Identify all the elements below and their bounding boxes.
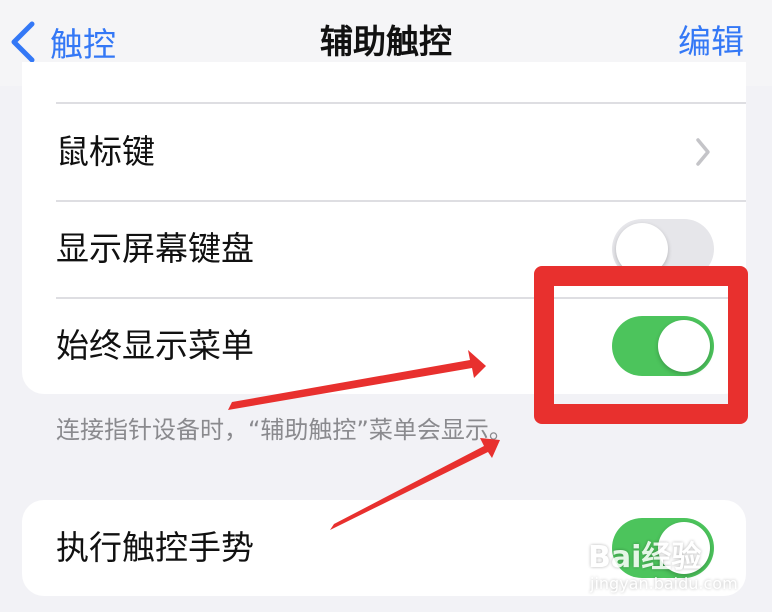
watermark-url: jingyan.baidu.com	[590, 574, 738, 593]
row-label: 鼠标键	[56, 132, 155, 171]
annotation-highlight-box	[534, 266, 748, 424]
row-label: 始终显示菜单	[56, 326, 254, 365]
chevron-right-icon	[696, 138, 710, 166]
watermark: Bai经验 jingyan.baidu.com	[588, 532, 758, 598]
row-label: 执行触控手势	[56, 528, 254, 567]
row-label: 显示屏幕键盘	[56, 229, 254, 268]
row-mouse-keys[interactable]: 鼠标键	[22, 104, 746, 200]
watermark-logo: Bai经验	[588, 540, 702, 575]
section-footnote: 连接指针设备时，“辅助触控”菜单会显示。	[56, 416, 513, 444]
